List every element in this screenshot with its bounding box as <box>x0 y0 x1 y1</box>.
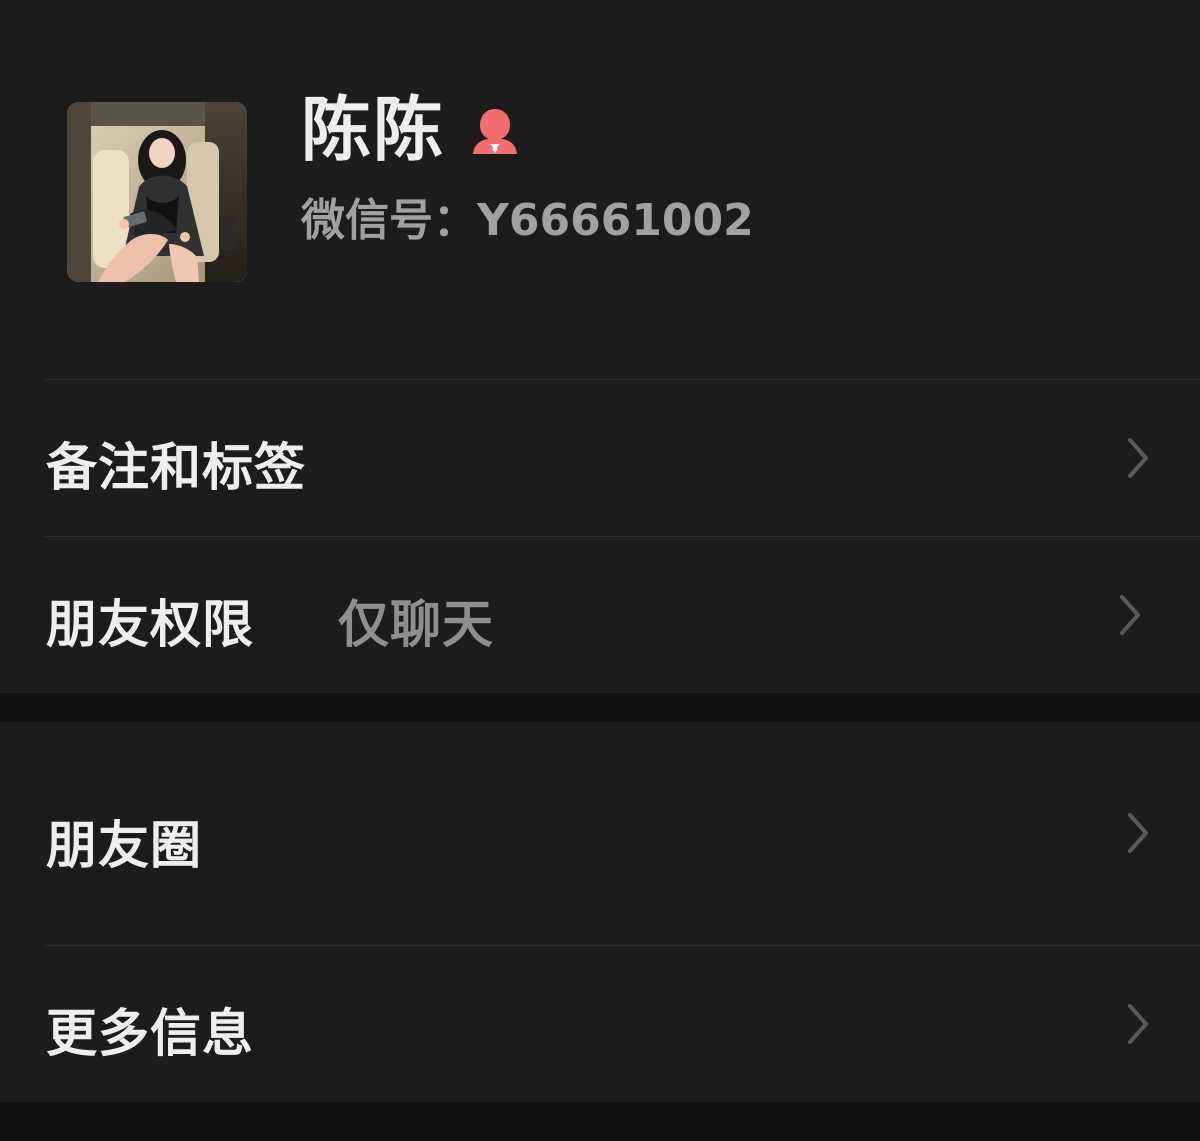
avatar-image <box>67 102 247 282</box>
remarks-and-tags-row[interactable]: 备注和标签 <box>0 380 1200 536</box>
wechat-id: 微信号：Y66661002 <box>301 195 754 246</box>
chevron-right-icon <box>1127 812 1149 854</box>
profile-card: 陈陈 微信号：Y66661002 备注和标签 朋友权限 仅聊天 <box>0 0 1200 693</box>
friend-permissions-row[interactable]: 朋友权限 仅聊天 <box>0 537 1200 693</box>
activity-card: 朋友圈 更多信息 <box>0 722 1200 1102</box>
moments-label: 朋友圈 <box>46 817 203 876</box>
profile-header: 陈陈 微信号：Y66661002 <box>0 0 1200 380</box>
more-info-row[interactable]: 更多信息 <box>0 946 1200 1102</box>
chevron-right-icon <box>1127 1003 1149 1045</box>
contact-name: 陈陈 <box>301 89 445 171</box>
chevron-right-icon <box>1127 437 1149 479</box>
friend-permissions-label: 朋友权限 <box>46 596 255 655</box>
avatar[interactable] <box>67 102 247 282</box>
friend-permissions-value: 仅聊天 <box>338 596 495 655</box>
remarks-and-tags-label: 备注和标签 <box>46 439 307 498</box>
more-info-label: 更多信息 <box>46 1005 255 1064</box>
moments-row[interactable]: 朋友圈 <box>0 722 1200 945</box>
female-user-icon <box>468 104 522 158</box>
chevron-right-icon <box>1119 594 1141 636</box>
contact-profile-page: 陈陈 微信号：Y66661002 备注和标签 朋友权限 仅聊天 朋友圈 更多信息 <box>0 0 1200 1141</box>
